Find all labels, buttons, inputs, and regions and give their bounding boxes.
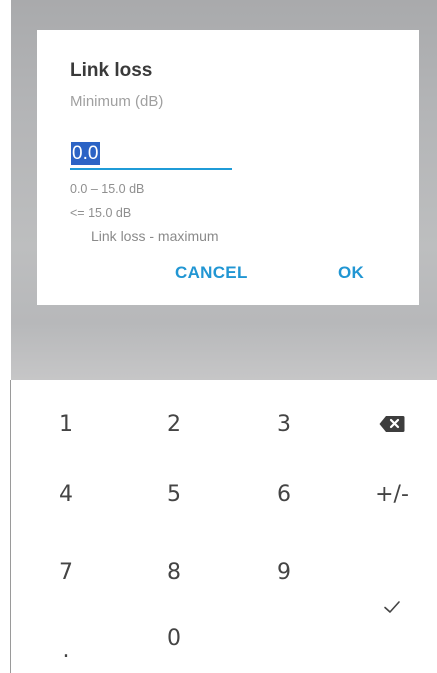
input-value[interactable]: 0.0 [71, 142, 101, 165]
reference-hint: Link loss - maximum [91, 228, 219, 244]
decimal-key[interactable]: . [21, 619, 111, 673]
key-5[interactable]: 5 [129, 463, 219, 525]
key-4[interactable]: 4 [21, 463, 111, 525]
minimum-db-input[interactable]: 0.0 [70, 138, 232, 170]
key-6[interactable]: 6 [239, 463, 329, 525]
checkmark-icon [384, 601, 400, 613]
key-1[interactable]: 1 [21, 393, 111, 455]
cancel-button[interactable]: CANCEL [175, 263, 248, 283]
key-0[interactable]: 0 [129, 607, 219, 669]
numeric-keypad: 1 2 3 4 5 6 +/- 7 8 9 . 0 [11, 380, 437, 673]
backspace-icon [379, 416, 405, 432]
key-2[interactable]: 2 [129, 393, 219, 455]
key-8[interactable]: 8 [129, 541, 219, 603]
dialog-subtitle: Minimum (dB) [70, 93, 164, 110]
key-3[interactable]: 3 [239, 393, 329, 455]
done-key[interactable] [347, 576, 437, 638]
link-loss-dialog: Link loss Minimum (dB) 0.0 0.0 – 15.0 dB… [37, 30, 419, 305]
key-7[interactable]: 7 [21, 541, 111, 603]
ok-button[interactable]: OK [338, 263, 364, 283]
backspace-key[interactable] [347, 393, 437, 455]
limit-hint: <= 15.0 dB [70, 206, 132, 220]
key-9[interactable]: 9 [239, 541, 329, 603]
dialog-title: Link loss [70, 60, 153, 81]
sign-toggle-key[interactable]: +/- [347, 463, 437, 525]
range-hint: 0.0 – 15.0 dB [70, 182, 145, 196]
